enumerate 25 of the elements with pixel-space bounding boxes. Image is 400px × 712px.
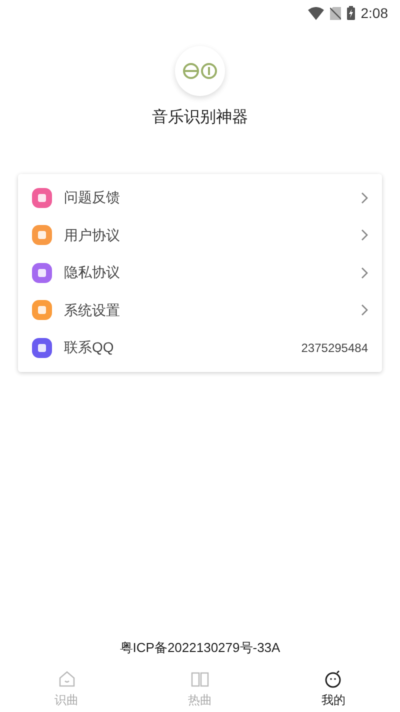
chevron-right-icon [361, 304, 368, 316]
face-icon [323, 668, 344, 688]
menu-item[interactable]: 联系QQ 2375295484 [18, 329, 382, 366]
chevron-right-icon [361, 192, 368, 204]
wifi-icon [308, 6, 324, 20]
menu-item[interactable]: 隐私协议 [18, 254, 382, 292]
battery-icon [346, 6, 355, 20]
chevron-right-icon [361, 266, 368, 279]
menu-item-label: 用户协议 [64, 226, 121, 245]
clock-time: 2:08 [360, 4, 388, 22]
menu-item-label: 系统设置 [64, 300, 121, 320]
tab[interactable]: 我的 [266, 665, 400, 712]
qq-number: 2375295484 [301, 340, 368, 357]
menu-item[interactable]: 问题反馈 [18, 179, 382, 216]
menu-item[interactable]: 系统设置 [18, 292, 382, 329]
no-sim-icon [330, 6, 341, 20]
chevron-right-icon [361, 229, 368, 242]
app-logo [175, 46, 225, 96]
house-icon [56, 668, 77, 688]
menu-item-label: 问题反馈 [64, 188, 121, 208]
menu-item[interactable]: 用户协议 [18, 216, 382, 254]
menu-item-label: 隐私协议 [64, 263, 121, 282]
icp-license-text: 粤ICP备2022130279号-33A [120, 638, 280, 656]
menu-item-label: 联系QQ [64, 338, 115, 358]
app-name: 音乐识别神器 [152, 108, 248, 128]
